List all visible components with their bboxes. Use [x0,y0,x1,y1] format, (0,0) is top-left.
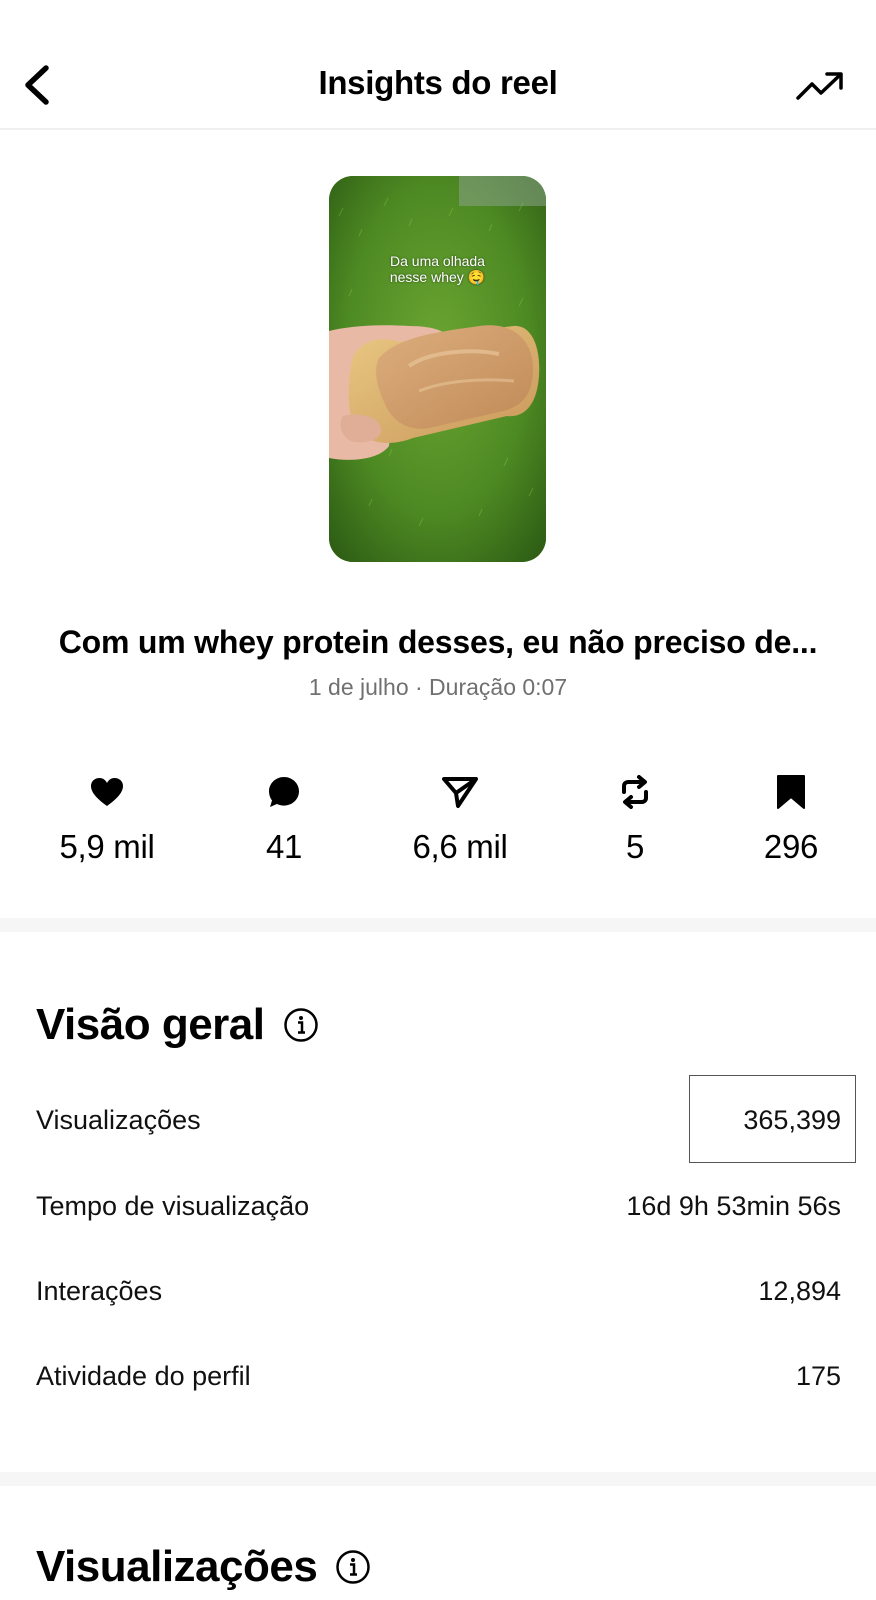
section-divider [0,918,876,932]
comment-icon [269,777,299,807]
reel-preview-image [329,176,546,562]
row-value: 16d 9h 53min 56s [626,1190,841,1221]
overview-row-interactions: Interações 12,894 [36,1271,841,1311]
repost-icon [622,775,648,809]
top-bar: Insights do reel [0,0,876,130]
info-icon[interactable] [283,1007,319,1043]
trending-button[interactable] [794,66,846,106]
heart-icon [91,778,123,806]
stat-saves: 296 [711,772,871,866]
row-value: 175 [795,1360,841,1391]
section-divider [0,1472,876,1486]
overview-row-views: Visualizações 365,399 [36,1100,841,1140]
views-title: Visualizações [36,1542,318,1591]
bookmark-icon [777,775,805,809]
row-label: Visualizações [36,1104,201,1135]
send-icon [442,777,478,808]
trending-up-icon [796,72,843,100]
row-label: Atividade do perfil [36,1360,251,1391]
views-heading: Visualizações [36,1542,371,1592]
stat-value: 6,6 mil [412,828,508,865]
stat-value: 41 [265,828,303,865]
stat-shares: 6,6 mil [380,772,540,866]
page-title: Insights do reel [318,64,558,101]
reel-title: Com um whey protein desses, eu não preci… [58,624,818,660]
row-label: Tempo de visualização [36,1190,310,1221]
row-label: Interações [36,1275,163,1306]
stat-value: 296 [763,828,819,865]
overview-heading: Visão geral [36,1000,319,1050]
reel-thumbnail[interactable]: Da uma olhada nesse whey 🤤 [329,176,546,562]
overview-title: Visão geral [36,1000,265,1049]
stat-value: 5,9 mil [59,828,155,865]
row-value: 365,399 [743,1104,841,1135]
stat-value: 5 [625,828,645,865]
reel-overlay-caption: Da uma olhada nesse whey 🤤 [389,253,486,285]
stat-likes: 5,9 mil [27,772,187,866]
overview-row-watch-time: Tempo de visualização 16d 9h 53min 56s [36,1186,841,1226]
info-icon[interactable] [335,1549,371,1585]
overview-row-profile-activity: Atividade do perfil 175 [36,1356,841,1396]
stat-comments: 41 [204,772,364,866]
reel-meta: 1 de julho · Duração 0:07 [308,674,568,700]
stat-reposts: 5 [555,772,715,866]
row-value: 12,894 [758,1275,841,1306]
